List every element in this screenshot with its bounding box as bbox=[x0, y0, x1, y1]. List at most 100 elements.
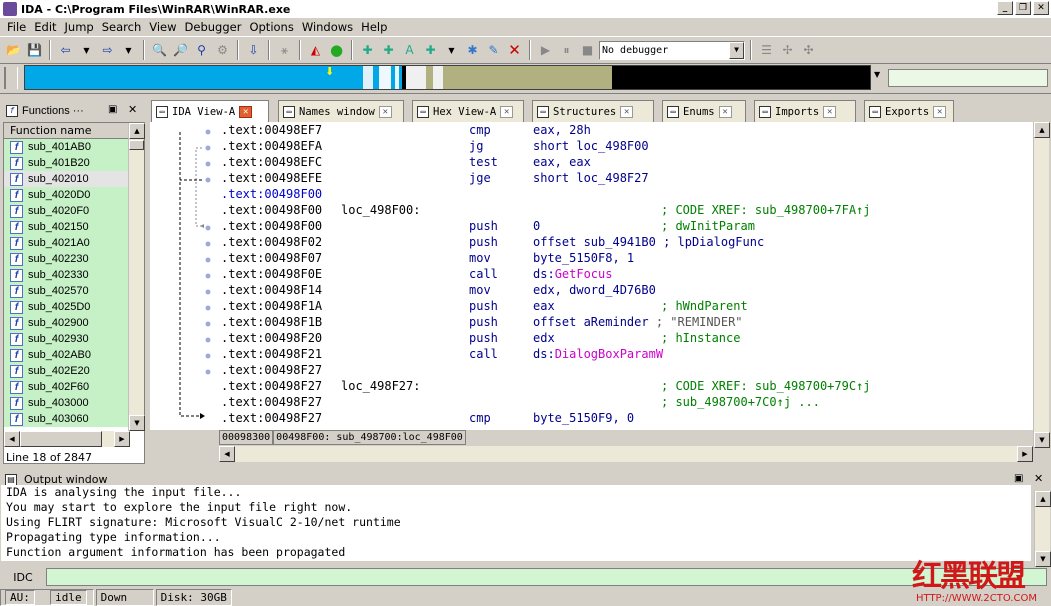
disasm-line[interactable]: .text:00498F07 mov byte_5150F8, 1 bbox=[219, 250, 1033, 266]
pause-icon[interactable]: ⏸ bbox=[557, 41, 576, 60]
function-list-item[interactable]: f sub_401B20 bbox=[4, 155, 128, 171]
operand[interactable]: ds:DialogBoxParamW bbox=[533, 346, 663, 362]
function-list-item[interactable]: f sub_4020D0 bbox=[4, 187, 128, 203]
disasm-line[interactable]: .text:00498EFE jge short loc_498F27 bbox=[219, 170, 1033, 186]
function-list-item[interactable]: f sub_402930 bbox=[4, 331, 128, 347]
make-string-icon[interactable]: A bbox=[400, 41, 419, 60]
function-list-item[interactable]: f sub_401AB0 bbox=[4, 139, 128, 155]
disasm-line[interactable]: .text:00498F0E call ds:GetFocus bbox=[219, 266, 1033, 282]
function-list-item[interactable]: f sub_4025D0 bbox=[4, 299, 128, 315]
function-list-item[interactable]: f sub_403060 bbox=[4, 411, 128, 427]
disasm-line[interactable]: .text:00498F02 push offset sub_4941B0 ; lp… bbox=[219, 234, 1033, 250]
operand[interactable]: ds:GetFocus bbox=[533, 266, 612, 282]
function-list-item[interactable]: f sub_402010 bbox=[4, 171, 128, 187]
menu-options[interactable]: Options bbox=[245, 20, 297, 34]
float-panel-icon[interactable]: ▣ bbox=[1014, 473, 1023, 484]
operand[interactable]: eax, 28h bbox=[533, 122, 591, 138]
restore-button[interactable]: ❐ bbox=[1015, 1, 1031, 15]
close-button[interactable]: ✕ bbox=[1033, 1, 1049, 15]
dropdown-icon[interactable]: ▼ bbox=[442, 41, 461, 60]
back-arrow-icon[interactable]: ⇦ bbox=[56, 41, 75, 60]
make-array-icon[interactable]: ✚ bbox=[421, 41, 440, 60]
disasm-line[interactable]: .text:00498F27 cmp byte_5150F9, 0 bbox=[219, 410, 1033, 426]
function-list-item[interactable]: f sub_402330 bbox=[4, 267, 128, 283]
function-list-item[interactable]: f sub_402F60 bbox=[4, 379, 128, 395]
import-name[interactable]: DialogBoxParamW bbox=[555, 347, 663, 361]
tab-ida-view-a[interactable]: ▭ IDA View-A ✕ bbox=[151, 100, 269, 122]
edit-icon[interactable]: ✎ bbox=[484, 41, 503, 60]
close-tab-icon[interactable]: ✕ bbox=[823, 105, 837, 118]
tab-imports[interactable]: ▭ Imports ✕ bbox=[754, 100, 856, 122]
code-label[interactable]: loc_498F27: bbox=[341, 378, 420, 394]
functions-scrollbar[interactable]: ▲ ▼ bbox=[128, 123, 145, 431]
scroll-down-icon[interactable]: ▼ bbox=[129, 415, 145, 431]
function-name-column-header[interactable]: Function name bbox=[4, 123, 144, 139]
disasm-line[interactable]: .text:00498F21 call ds:DialogBoxParamW bbox=[219, 346, 1033, 362]
stop-icon[interactable]: ■ bbox=[578, 41, 597, 60]
operand[interactable]: offset aReminder ; "REMINDER" bbox=[533, 314, 743, 330]
menu-search[interactable]: Search bbox=[98, 20, 146, 34]
operand[interactable]: byte_5150F8, 1 bbox=[533, 250, 634, 266]
menu-edit[interactable]: Edit bbox=[30, 20, 60, 34]
search-next-icon[interactable]: ⚲ bbox=[192, 41, 211, 60]
search-text-icon[interactable]: 🔍 bbox=[150, 41, 169, 60]
debugger-select[interactable]: No debugger ▼ bbox=[599, 40, 745, 60]
function-list-item[interactable]: f sub_402AB0 bbox=[4, 347, 128, 363]
search-imm-icon[interactable]: ⚙ bbox=[213, 41, 232, 60]
chevron-down-icon[interactable]: ▼ bbox=[729, 41, 744, 59]
breakpoint-list-icon[interactable]: ☰ bbox=[757, 41, 776, 60]
disasm-line[interactable]: .text:00498F00 bbox=[219, 186, 1033, 202]
disasm-line[interactable]: .text:00498F27 ; sub_498700+7C0↑j ... bbox=[219, 394, 1033, 410]
function-list-item[interactable]: f sub_4020F0 bbox=[4, 203, 128, 219]
scroll-left-icon[interactable]: ◀ bbox=[4, 431, 20, 447]
tab-structures[interactable]: ▭ Structures ✕ bbox=[532, 100, 654, 122]
menu-windows[interactable]: Windows bbox=[298, 20, 357, 34]
operand[interactable]: offset sub_4941B0 ; lpDialogFunc bbox=[533, 234, 764, 250]
function-list-item[interactable]: f sub_4021A0 bbox=[4, 235, 128, 251]
operand[interactable]: edx bbox=[533, 330, 555, 346]
operand[interactable]: eax bbox=[533, 298, 555, 314]
idc-command-input[interactable] bbox=[46, 568, 1047, 586]
scroll-right-icon[interactable]: ▶ bbox=[114, 431, 130, 447]
disasm-line[interactable]: .text:00498F20 push edx ; hInstance bbox=[219, 330, 1033, 346]
dropdown-icon[interactable]: ▼ bbox=[119, 41, 138, 60]
disassembly-scrollbar[interactable]: ▲ ▼ bbox=[1033, 122, 1050, 448]
menu-debugger[interactable]: Debugger bbox=[181, 20, 246, 34]
menu-view[interactable]: View bbox=[145, 20, 180, 34]
play-icon[interactable]: ▶ bbox=[536, 41, 555, 60]
function-list-item[interactable]: f sub_402570 bbox=[4, 283, 128, 299]
tab-names-window[interactable]: ▭ Names window ✕ bbox=[278, 100, 404, 122]
output-log[interactable]: IDA is analysing the input file... You ma… bbox=[1, 485, 1031, 561]
open-icon[interactable]: 📂 bbox=[4, 41, 23, 60]
function-list-item[interactable]: f sub_402900 bbox=[4, 315, 128, 331]
tab-hex-view-a[interactable]: ▭ Hex View-A ✕ bbox=[412, 100, 524, 122]
disasm-line[interactable]: .text:00498EF7 cmp eax, 28h bbox=[219, 122, 1033, 138]
disassembly-hscrollbar[interactable]: ◀ ▶ bbox=[219, 446, 1033, 462]
operand[interactable]: short loc_498F27 bbox=[533, 170, 649, 186]
operand[interactable]: byte_5150F9, 0 bbox=[533, 410, 634, 426]
disassembly-view[interactable]: .text:00498EF7 cmp eax, 28h .text:00498EFA j… bbox=[219, 122, 1033, 430]
search-binary-icon[interactable]: 🔎 bbox=[171, 41, 190, 60]
disasm-line[interactable]: .text:00498F27 bbox=[219, 362, 1033, 378]
jump-down-icon[interactable]: ⇩ bbox=[244, 41, 263, 60]
disasm-line[interactable]: .text:00498F00 loc_498F00: ; CODE XREF: su… bbox=[219, 202, 1033, 218]
operand[interactable]: eax, eax bbox=[533, 154, 591, 170]
idc-button[interactable]: IDC bbox=[0, 571, 46, 584]
graph-icon[interactable]: ◭ bbox=[306, 41, 325, 60]
make-data-icon[interactable]: ✚ bbox=[379, 41, 398, 60]
menu-file[interactable]: File bbox=[3, 20, 30, 34]
scroll-up-icon[interactable]: ▲ bbox=[129, 123, 145, 139]
close-tab-icon[interactable]: ✕ bbox=[718, 105, 732, 118]
close-tab-icon[interactable]: ✕ bbox=[620, 105, 634, 118]
disasm-line[interactable]: .text:00498EFA jg short loc_498F00 bbox=[219, 138, 1033, 154]
disasm-line[interactable]: .text:00498EFC test eax, eax bbox=[219, 154, 1033, 170]
operand[interactable]: edx, dword_4D76B0 bbox=[533, 282, 656, 298]
function-list-item[interactable]: f sub_402150 bbox=[4, 219, 128, 235]
scroll-up-icon[interactable]: ▲ bbox=[1035, 491, 1051, 507]
nav-dropdown-arrow[interactable]: ▼ bbox=[874, 70, 880, 79]
scroll-left-icon[interactable]: ◀ bbox=[219, 446, 235, 462]
scroll-right-icon[interactable]: ▶ bbox=[1017, 446, 1033, 462]
disasm-line[interactable]: .text:00498F00 push 0 ; dwInitParam bbox=[219, 218, 1033, 234]
close-panel-icon[interactable]: ✕ bbox=[128, 103, 137, 116]
disasm-line[interactable]: .text:00498F1B push offset aReminder ; "RE… bbox=[219, 314, 1033, 330]
